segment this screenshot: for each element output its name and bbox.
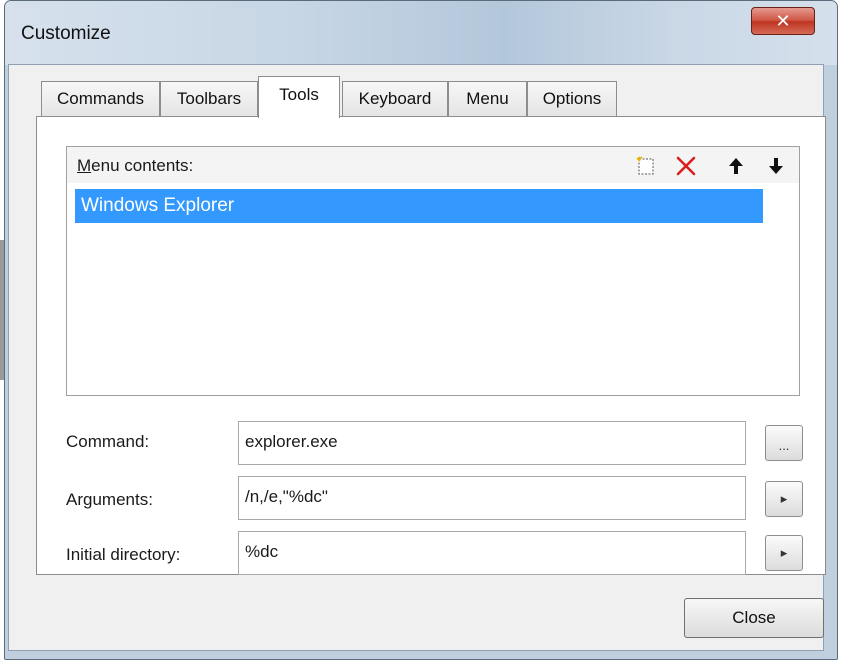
command-label: Command: [66,432,150,451]
window-title: Customize [21,23,111,44]
menu-contents-header: Menu contents: [66,146,800,184]
tab-toolbars[interactable]: Toolbars [160,81,258,117]
initial-directory-field[interactable]: %dc [238,531,746,575]
initial-directory-label: Initial directory: [66,545,181,564]
menu-contents-label: Menu contents: [77,156,194,175]
tab-commands[interactable]: Commands [41,81,160,117]
new-item-icon[interactable] [635,155,657,177]
arguments-menu-button[interactable]: ▸ [765,481,803,517]
menu-contents-list[interactable]: Windows Explorer [66,183,800,396]
window-close-button[interactable]: ✕ [751,7,815,35]
arguments-field[interactable]: /n,/e,"%dc" [238,476,746,520]
tab-menu[interactable]: Menu [448,81,527,117]
move-down-icon[interactable] [765,155,787,177]
delete-icon[interactable] [675,155,697,177]
tab-tools[interactable]: Tools [258,76,340,118]
command-value: explorer.exe [245,432,338,451]
initial-directory-value: %dc [245,542,279,561]
tab-keyboard[interactable]: Keyboard [342,81,448,117]
arguments-value: /n,/e,"%dc" [245,487,328,506]
arguments-label: Arguments: [66,490,153,509]
tab-options[interactable]: Options [527,81,617,117]
close-button[interactable]: Close [684,598,824,638]
command-browse-button[interactable]: ... [765,425,803,461]
initial-directory-menu-button[interactable]: ▸ [765,535,803,571]
title-bar[interactable]: Customize ✕ [5,1,837,65]
list-item[interactable]: Windows Explorer [75,189,763,223]
move-up-icon[interactable] [725,155,747,177]
command-field[interactable]: explorer.exe [238,421,746,465]
